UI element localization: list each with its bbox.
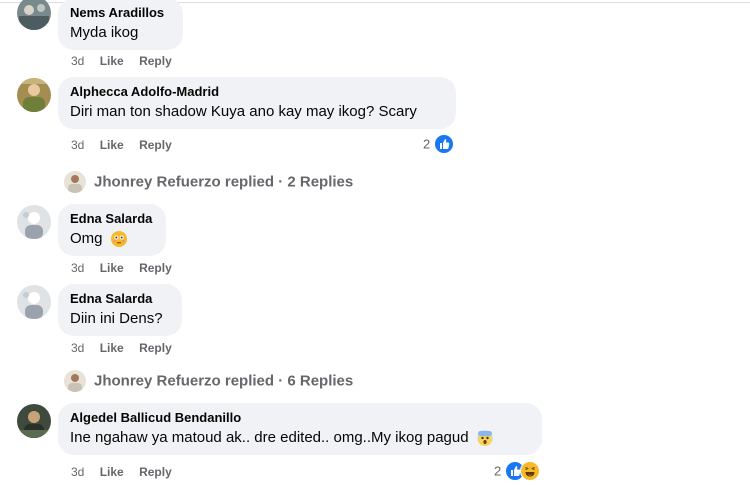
comment-actions: 3d Like Reply [71,465,184,479]
comment-bubble: Algedel Ballicud Bendanillo Ine ngahaw y… [58,403,542,455]
comment-actions: 3d Like Reply [71,138,184,152]
replies-label[interactable]: Jhonrey Refuerzo replied · 6 Replies [94,373,353,390]
like-button[interactable]: Like [100,465,124,479]
commenter-name[interactable]: Edna Salarda [70,211,154,227]
comment-text: Omg [70,229,154,249]
comment-bubble: Edna Salarda Omg [58,204,166,256]
comment-actions: 3d Like Reply [71,261,184,275]
comment-actions: 3d Like Reply [71,54,184,68]
comment-text-content: Ine ngahaw ya matoud ak.. dre edited.. o… [70,429,469,446]
flushed-face-emoji-icon [110,231,127,248]
reaction-count: 2 [494,463,502,479]
comment-text: Diri man ton shadow Kuya ano kay may iko… [70,103,417,120]
avatar[interactable] [17,0,51,30]
comment-timestamp[interactable]: 3d [71,261,84,275]
reaction-summary[interactable]: 2 [494,461,540,481]
haha-reaction-icon [519,461,540,481]
avatar[interactable] [17,285,51,319]
replier-avatar [64,370,86,392]
like-button[interactable]: Like [100,138,124,152]
reaction-summary[interactable]: 2 [423,134,454,154]
replies-label[interactable]: Jhonrey Refuerzo replied · 2 Replies [94,174,353,191]
comment-timestamp[interactable]: 3d [71,54,84,68]
like-button[interactable]: Like [100,54,124,68]
commenter-name[interactable]: Alphecca Adolfo-Madrid [70,84,444,100]
reply-button[interactable]: Reply [139,465,172,479]
reaction-count: 2 [423,136,431,152]
like-reaction-icon [433,134,454,154]
reply-button[interactable]: Reply [139,341,172,355]
comment-timestamp[interactable]: 3d [71,138,84,152]
comment-timestamp[interactable]: 3d [71,341,84,355]
comment-actions: 3d Like Reply [71,341,184,355]
view-replies-link[interactable]: Jhonrey Refuerzo replied · 2 Replies [64,171,353,193]
commenter-name[interactable]: Edna Salarda [70,291,170,307]
avatar[interactable] [17,404,51,438]
comment-bubble: Nems Aradillos Myda ikog [58,0,183,50]
comment-text: Ine ngahaw ya matoud ak.. dre edited.. o… [70,428,530,448]
like-button[interactable]: Like [100,341,124,355]
like-button[interactable]: Like [100,261,124,275]
comment-text-content: Omg [70,230,103,247]
comment-text: Myda ikog [70,24,139,41]
comment-text: Diin ini Dens? [70,310,163,327]
commenter-name[interactable]: Algedel Ballicud Bendanillo [70,410,530,426]
reply-button[interactable]: Reply [139,138,172,152]
replier-avatar [64,171,86,193]
reply-button[interactable]: Reply [139,54,172,68]
view-replies-link[interactable]: Jhonrey Refuerzo replied · 6 Replies [64,370,353,392]
avatar[interactable] [17,78,51,112]
comment-bubble: Alphecca Adolfo-Madrid Diri man ton shad… [58,77,456,129]
commenter-name[interactable]: Nems Aradillos [70,5,171,21]
comment-bubble: Edna Salarda Diin ini Dens? [58,284,182,336]
avatar[interactable] [17,205,51,239]
screaming-face-emoji-icon [476,430,493,447]
reply-button[interactable]: Reply [139,261,172,275]
comment-timestamp[interactable]: 3d [71,465,84,479]
